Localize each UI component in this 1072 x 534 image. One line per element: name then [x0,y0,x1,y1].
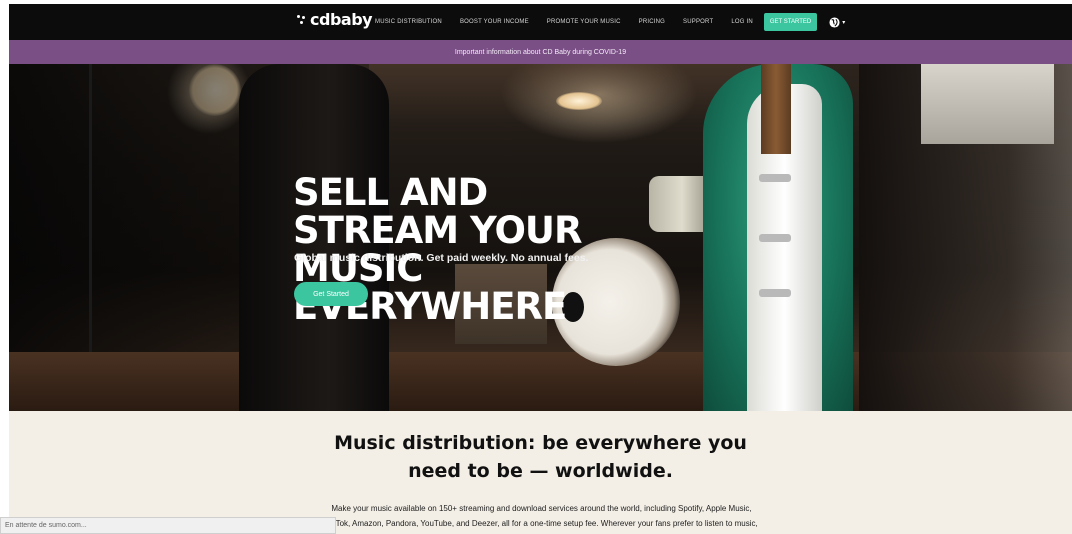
covid-info-banner[interactable]: Important information about CD Baby duri… [9,40,1072,64]
browser-viewport: cdbaby MUSIC DISTRIBUTION BOOST YOUR INC… [9,4,1072,534]
hero-background-guitar-pickup [759,234,791,242]
hero-background-guitar-pickup [759,289,791,297]
nav-links: MUSIC DISTRIBUTION BOOST YOUR INCOME PRO… [375,4,845,40]
nav-music-distribution[interactable]: MUSIC DISTRIBUTION [375,19,442,25]
get-started-nav-button[interactable]: GET STARTED [763,13,818,31]
section-headline-line-1: Music distribution: be everywhere you [334,432,747,454]
browser-status-bar: En attente de sumo.com... [0,517,336,534]
language-selector[interactable]: ▾ [829,16,846,28]
nav-log-in[interactable]: LOG IN [731,19,753,25]
banner-text: Important information about CD Baby duri… [454,48,627,56]
globe-icon [829,16,840,28]
top-navigation: cdbaby MUSIC DISTRIBUTION BOOST YOUR INC… [9,4,1072,40]
get-started-hero-button[interactable]: Get Started [294,282,368,306]
distribution-section: Music distribution: be everywhere you ne… [9,411,1072,534]
hero-section: SELL AND STREAM YOUR MUSIC EVERYWHERE Gl… [9,64,1072,411]
hero-background-guitar-pickup [759,174,791,182]
hero-background-guitar-neck [761,64,791,154]
section-headline-line-2: need to be — worldwide. [408,460,673,482]
logo-text: cdbaby [310,10,373,29]
section-body-text: Make your music available on 150+ stream… [325,504,758,528]
chevron-down-icon: ▾ [842,19,846,26]
hero-title-line-1: SELL AND STREAM YOUR [293,171,582,252]
status-text: En attente de sumo.com... [5,522,87,529]
nav-pricing[interactable]: PRICING [639,19,665,25]
nav-support[interactable]: SUPPORT [683,19,713,25]
nav-boost-your-income[interactable]: BOOST YOUR INCOME [460,19,529,25]
section-headline: Music distribution: be everywhere you ne… [9,429,1072,485]
logo-dots-icon [297,14,309,25]
cdbaby-logo[interactable]: cdbaby [297,10,373,29]
hero-background-window [921,64,1054,144]
nav-promote-your-music[interactable]: PROMOTE YOUR MUSIC [547,19,621,25]
hero-background-light [556,92,602,110]
hero-subtitle: Global music distribution. Get paid week… [294,252,589,264]
